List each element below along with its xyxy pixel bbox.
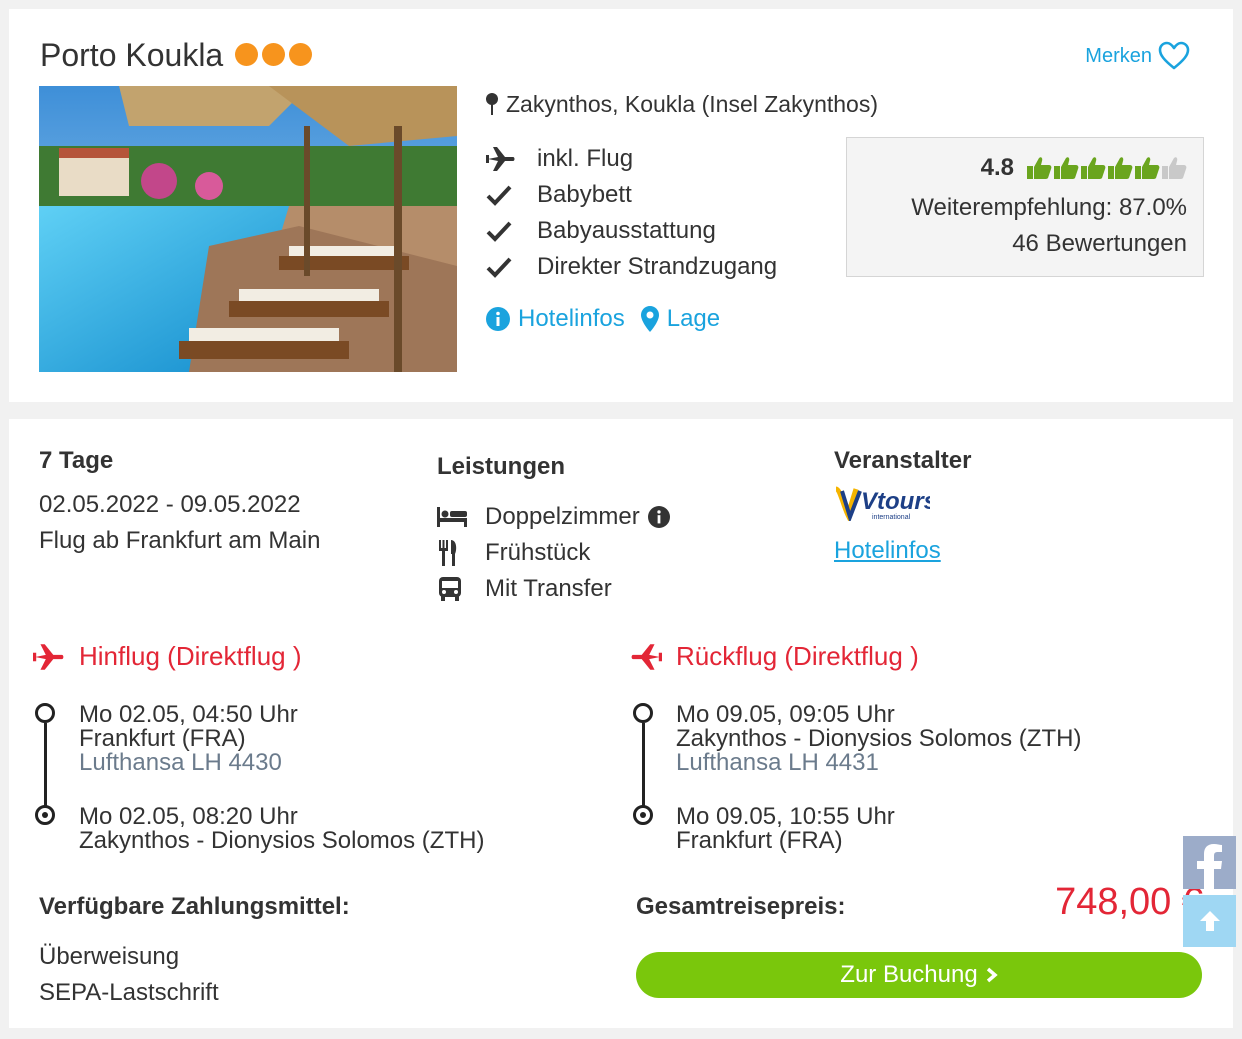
- timeline-start-icon: [35, 703, 55, 723]
- outbound-timeline: [33, 703, 57, 833]
- merken-button[interactable]: Merken: [1085, 41, 1190, 71]
- payment-method: Überweisung: [39, 943, 180, 970]
- offer-card: 7 Tage 02.05.2022 - 09.05.2022 Flug ab F…: [9, 419, 1233, 1028]
- thumb-up-filled-icon: [1135, 157, 1160, 179]
- info-icon: [486, 307, 510, 331]
- feature-label: Direkter Strandzugang: [537, 253, 778, 280]
- info-icon[interactable]: [647, 506, 670, 528]
- total-price: 748,00 €: [1055, 881, 1203, 923]
- return-title: Rückflug (Direktflug ): [630, 641, 919, 672]
- hotelinfos-link[interactable]: Hotelinfos: [486, 305, 625, 333]
- heart-icon: [1158, 41, 1190, 70]
- operator-logo-text: Vtours: [861, 488, 930, 515]
- hotel-card: Porto Koukla Merken Zakynthos, Koukla (I…: [9, 9, 1233, 402]
- rating-thumbs: [1026, 155, 1187, 181]
- operator-logo-sub: international: [872, 514, 911, 521]
- scroll-to-top-button[interactable]: [1183, 895, 1236, 947]
- hotel-location: Zakynthos, Koukla (Insel Zakynthos): [486, 91, 878, 118]
- timeline-end-icon: [633, 805, 653, 825]
- bus-icon: [439, 577, 461, 601]
- location-text: Zakynthos, Koukla (Insel Zakynthos): [506, 91, 878, 117]
- thumb-up-filled-icon: [1027, 157, 1052, 179]
- star-icon: [262, 43, 285, 66]
- timeline-end-icon: [35, 805, 55, 825]
- hotel-features: inkl. Flug Babybett Babyausstattung Dire…: [486, 141, 777, 285]
- feature-label: Babybett: [537, 181, 632, 208]
- service-meal: Frühstück: [437, 535, 670, 571]
- outbound-departure: Mo 02.05, 04:50 Uhr Frankfurt (FRA) Luft…: [79, 701, 298, 776]
- timeline-start-icon: [633, 703, 653, 723]
- return-timeline: [631, 703, 655, 833]
- return-departure: Mo 09.05, 09:05 Uhr Zakynthos - Dionysio…: [676, 701, 1082, 776]
- trip-duration: 7 Tage: [39, 447, 114, 474]
- return-arrival: Mo 09.05, 10:55 Uhr Frankfurt (FRA): [676, 803, 895, 854]
- facebook-icon: [1196, 844, 1222, 889]
- thumb-up-filled-icon: [1081, 157, 1106, 179]
- services-title: Leistungen: [437, 453, 566, 480]
- feature-strand: Direkter Strandzugang: [486, 249, 777, 285]
- recommendation-rate: Weiterempfehlung: 87.0%: [911, 194, 1187, 221]
- hotel-stars: [235, 43, 312, 66]
- thumb-up-empty-icon: [1162, 157, 1187, 179]
- service-transfer: Mit Transfer: [437, 571, 670, 607]
- feature-babybett: Babybett: [486, 177, 777, 213]
- chevron-right-icon: [986, 967, 998, 983]
- check-icon: [486, 185, 512, 206]
- feature-babyausstattung: Babyausstattung: [486, 213, 777, 249]
- rating-box[interactable]: 4.8 Weiterempfehlung: 87.0% 46 Bewertung…: [846, 137, 1204, 277]
- hotel-name[interactable]: Porto Koukla: [40, 37, 223, 74]
- review-count: 46 Bewertungen: [1012, 230, 1187, 257]
- departure-airport: Flug ab Frankfurt am Main: [39, 527, 321, 554]
- feature-label: inkl. Flug: [537, 145, 634, 172]
- operator-hotelinfos-link[interactable]: Hotelinfos: [834, 537, 941, 565]
- plane-icon: [486, 147, 515, 171]
- plane-icon: [631, 643, 662, 670]
- payment-methods: Überweisung SEPA-Lastschrift: [39, 939, 219, 1011]
- book-button-label: Zur Buchung: [840, 961, 978, 988]
- feature-label: Babyausstattung: [537, 217, 716, 244]
- hotel-links: Hotelinfos Lage: [486, 305, 720, 333]
- rating-row: 4.8: [981, 154, 1187, 182]
- service-room: Doppelzimmer: [437, 499, 670, 535]
- check-icon: [486, 221, 512, 242]
- feature-flight: inkl. Flug: [486, 141, 777, 177]
- outbound-arrival: Mo 02.05, 08:20 Uhr Zakynthos - Dionysio…: [79, 803, 485, 854]
- book-button[interactable]: Zur Buchung: [636, 952, 1202, 998]
- bed-icon: [437, 507, 467, 527]
- lage-link[interactable]: Lage: [640, 305, 720, 333]
- thumb-up-filled-icon: [1054, 157, 1079, 179]
- plane-icon: [33, 643, 64, 670]
- facebook-share-button[interactable]: [1183, 836, 1236, 889]
- thumb-up-filled-icon: [1108, 157, 1133, 179]
- payment-method: SEPA-Lastschrift: [39, 979, 219, 1006]
- map-pin-icon: [486, 92, 498, 115]
- return-airline: Lufthansa LH 4431: [676, 749, 879, 776]
- rating-score: 4.8: [980, 154, 1014, 181]
- services-list: Doppelzimmer Frühstück Mit Transfer: [437, 499, 670, 607]
- outbound-airline: Lufthansa LH 4430: [79, 749, 282, 776]
- check-icon: [486, 257, 512, 278]
- outbound-title: Hinflug (Direktflug ): [33, 641, 302, 672]
- total-price-label: Gesamtreisepreis:: [636, 893, 846, 920]
- operator-logo: Vtours international: [834, 485, 937, 526]
- trip-dates: 02.05.2022 - 09.05.2022: [39, 491, 301, 518]
- hotel-photo[interactable]: [39, 86, 457, 372]
- star-icon: [235, 43, 258, 66]
- operator-title: Veranstalter: [834, 447, 972, 474]
- cutlery-icon: [439, 540, 457, 566]
- star-icon: [289, 43, 312, 66]
- payment-title: Verfügbare Zahlungsmittel:: [39, 893, 350, 920]
- merken-label: Merken: [1085, 44, 1152, 67]
- arrow-up-icon: [1199, 911, 1220, 931]
- map-marker-icon: [640, 306, 659, 332]
